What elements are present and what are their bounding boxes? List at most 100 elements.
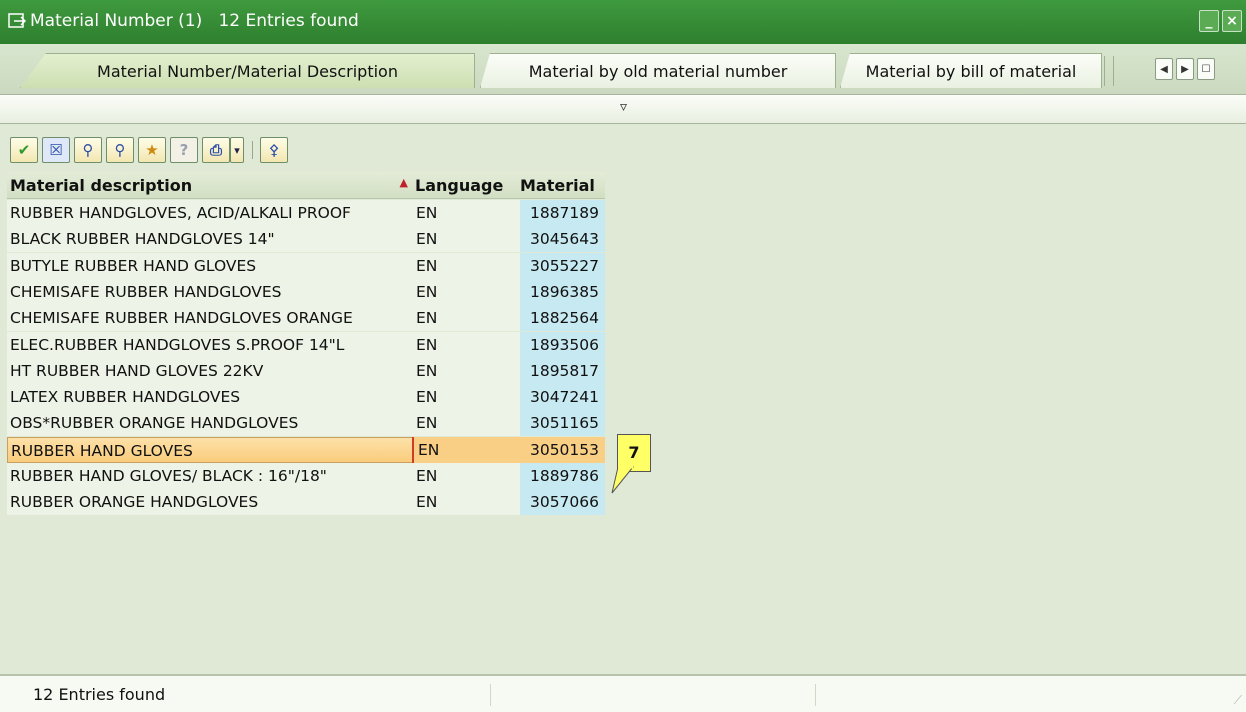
tab-overflow-marker [1104, 56, 1114, 86]
cell-language: EN [412, 436, 520, 463]
help-button[interactable]: ? [170, 137, 198, 163]
cell-material: 1893506 [520, 331, 605, 358]
find-next-button[interactable]: ⚲ [106, 137, 134, 163]
table-row-selected[interactable]: RUBBER HAND GLOVES EN 3050153 [7, 436, 607, 463]
column-header-description[interactable]: Material description ▲ [7, 172, 412, 199]
table-row[interactable]: BLACK RUBBER HANDGLOVES 14" EN 3045643 [7, 226, 607, 253]
tab-label: Material by bill of material [865, 61, 1077, 81]
close-button[interactable]: × [1222, 10, 1242, 32]
splitter-bar[interactable]: ▿ [0, 94, 1246, 124]
column-header-label: Language [415, 176, 504, 195]
help-icon: ? [179, 141, 189, 159]
minimize-icon: _ [1205, 13, 1213, 29]
cell-language: EN [412, 226, 520, 253]
cell-description: LATEX RUBBER HANDGLOVES [7, 384, 412, 411]
column-header-language[interactable]: Language [412, 172, 520, 199]
column-header-label: Material [520, 176, 595, 195]
tab-old-material-number[interactable]: Material by old material number [480, 53, 836, 88]
cell-language: EN [412, 410, 520, 437]
chevron-left-icon: ◀ [1160, 63, 1168, 75]
tab-list-button[interactable]: ☐ [1197, 58, 1215, 80]
cell-language: EN [412, 384, 520, 411]
star-add-icon: ★ [145, 141, 159, 159]
binoculars-icon: ⚲ [82, 141, 94, 159]
dialog-icon [8, 13, 26, 28]
table-row[interactable]: OBS*RUBBER ORANGE HANDGLOVES EN 3051165 [7, 410, 607, 437]
table-row[interactable]: LATEX RUBBER HANDGLOVES EN 3047241 [7, 384, 607, 411]
cell-description: CHEMISAFE RUBBER HANDGLOVES [7, 278, 412, 305]
binoculars-next-icon: ⚲ [114, 141, 126, 159]
table-row[interactable]: HT RUBBER HAND GLOVES 22KV EN 1895817 [7, 357, 607, 384]
pin-button[interactable]: ⚴ [260, 137, 288, 163]
cell-material: 1887189 [520, 200, 605, 226]
cell-language: EN [412, 357, 520, 384]
cell-description: ELEC.RUBBER HANDGLOVES S.PROOF 14"L [7, 331, 412, 358]
tab-prev-button[interactable]: ◀ [1155, 58, 1173, 80]
find-button[interactable]: ⚲ [74, 137, 102, 163]
tab-label: Material by old material number [528, 61, 788, 81]
column-header-material[interactable]: Material [520, 172, 605, 199]
cell-material: 3050153 [520, 436, 605, 463]
toolbar-separator [252, 141, 253, 159]
table-row[interactable]: CHEMISAFE RUBBER HANDGLOVES EN 1896385 [7, 278, 607, 305]
cell-description: CHEMISAFE RUBBER HANDGLOVES ORANGE [7, 305, 412, 332]
table-row[interactable]: RUBBER HANDGLOVES, ACID/ALKALI PROOF EN 18… [7, 200, 607, 226]
table-row[interactable]: RUBBER HAND GLOVES/ BLACK : 16"/18" EN 188… [7, 463, 607, 489]
cell-description: RUBBER ORANGE HANDGLOVES [7, 489, 412, 516]
cell-language: EN [412, 278, 520, 305]
cell-description: BUTYLE RUBBER HAND GLOVES [7, 252, 412, 279]
tab-next-button[interactable]: ▶ [1176, 58, 1194, 80]
cell-description: RUBBER HAND GLOVES [7, 436, 412, 463]
cell-description: BLACK RUBBER HANDGLOVES 14" [7, 226, 412, 253]
tab-list-icon: ☐ [1201, 63, 1211, 75]
status-text: 12 Entries found [33, 685, 166, 704]
chevron-right-icon: ▶ [1181, 63, 1189, 75]
cell-description: RUBBER HAND GLOVES/ BLACK : 16"/18" [7, 463, 412, 489]
cell-language: EN [412, 252, 520, 279]
status-separator [815, 684, 816, 706]
add-favorite-button[interactable]: ★ [138, 137, 166, 163]
resize-grip-icon[interactable]: ⟋ [1234, 693, 1242, 708]
status-bar: 12 Entries found ⟋ [0, 674, 1246, 712]
callout-pointer [611, 466, 635, 494]
cell-language: EN [412, 463, 520, 489]
table-row[interactable]: CHEMISAFE RUBBER HANDGLOVES ORANGE EN 1882… [7, 305, 607, 332]
cell-language: EN [412, 489, 520, 516]
dropdown-icon: ▾ [234, 143, 240, 157]
tab-bill-of-material[interactable]: Material by bill of material [840, 53, 1102, 88]
cell-description: RUBBER HANDGLOVES, ACID/ALKALI PROOF [7, 200, 412, 226]
minimize-button[interactable]: _ [1199, 10, 1219, 32]
tab-strip: Material Number/Material Description Mat… [0, 44, 1246, 94]
pin-icon: ⚴ [268, 141, 280, 159]
cell-language: EN [412, 331, 520, 358]
cell-material: 3047241 [520, 384, 605, 411]
table-row[interactable]: ELEC.RUBBER HANDGLOVES S.PROOF 14"L EN 189… [7, 331, 607, 358]
cell-material: 1896385 [520, 278, 605, 305]
close-icon: × [1226, 13, 1238, 29]
status-separator [490, 684, 491, 706]
print-button[interactable]: ⎙ [202, 137, 230, 163]
title-bar: Material Number (1) 12 Entries found _ × [0, 0, 1246, 44]
cell-material: 3045643 [520, 226, 605, 253]
cell-language: EN [412, 200, 520, 226]
cell-material: 1882564 [520, 305, 605, 332]
collapse-arrow-icon[interactable]: ▿ [620, 99, 627, 115]
table-row[interactable]: BUTYLE RUBBER HAND GLOVES EN 3055227 [7, 252, 607, 279]
cell-material: 1889786 [520, 463, 605, 489]
cancel-button[interactable]: ☒ [42, 137, 70, 163]
tab-label: Material Number/Material Description [97, 61, 398, 81]
cancel-icon: ☒ [49, 141, 63, 159]
cell-material: 3055227 [520, 252, 605, 279]
window-title: Material Number (1) 12 Entries found [30, 11, 359, 31]
print-menu-button[interactable]: ▾ [230, 137, 244, 163]
table-row[interactable]: RUBBER ORANGE HANDGLOVES EN 3057066 [7, 489, 607, 516]
column-header-label: Material description [10, 176, 193, 195]
printer-icon: ⎙ [209, 141, 222, 159]
cell-language: EN [412, 305, 520, 332]
cell-description: OBS*RUBBER ORANGE HANDGLOVES [7, 410, 412, 437]
checkmark-icon: ✔ [17, 141, 31, 159]
cell-material: 1895817 [520, 357, 605, 384]
tab-material-description[interactable]: Material Number/Material Description [20, 53, 475, 88]
continue-button[interactable]: ✔ [10, 137, 38, 163]
cell-material: 3057066 [520, 489, 605, 516]
